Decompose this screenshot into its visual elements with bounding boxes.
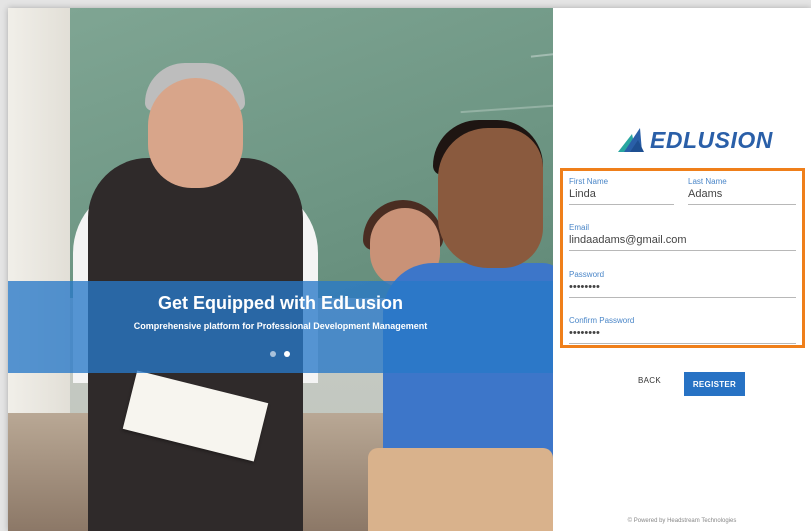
confirm-password-field[interactable]: Confirm Password •••••••• [569,316,796,344]
carousel-dots [270,351,290,357]
hero-banner: Get Equipped with EdLusion Comprehensive… [8,281,553,373]
password-field[interactable]: Password •••••••• [569,270,796,298]
hero-title: Get Equipped with EdLusion [158,293,403,313]
registration-form: First Name Linda Last Name Adams Email l… [560,168,805,348]
carousel-dot[interactable] [270,351,276,357]
logo-text: EDLUSION [650,126,773,153]
email-input[interactable]: lindaadams@gmail.com [569,234,796,246]
first-name-field[interactable]: First Name Linda [569,177,674,205]
first-name-label: First Name [569,177,609,186]
edlusion-wing-icon [618,128,644,152]
hero-image: Get Equipped with EdLusion Comprehensive… [8,8,553,531]
password-label: Password [569,270,605,279]
app-frame: Get Equipped with EdLusion Comprehensive… [8,8,811,531]
email-label: Email [569,223,590,232]
confirm-password-input[interactable]: •••••••• [569,327,796,339]
carousel-dot-active[interactable] [284,351,290,357]
last-name-label: Last Name [688,177,727,186]
hero-subtitle: Comprehensive platform for Professional … [133,321,428,331]
register-panel: EDLUSION First Name Linda Last Name Adam… [553,8,811,531]
confirm-password-label: Confirm Password [569,316,635,325]
email-field[interactable]: Email lindaadams@gmail.com [569,223,796,251]
logo: EDLUSION [616,126,773,154]
last-name-input[interactable]: Adams [688,188,796,200]
password-input[interactable]: •••••••• [569,281,796,293]
register-button[interactable]: REGISTER [684,372,745,396]
footer-credit: © Powered by Headstream Technologies [627,518,737,524]
last-name-field[interactable]: Last Name Adams [688,177,796,205]
back-button[interactable]: BACK [638,376,661,385]
first-name-input[interactable]: Linda [569,188,674,200]
